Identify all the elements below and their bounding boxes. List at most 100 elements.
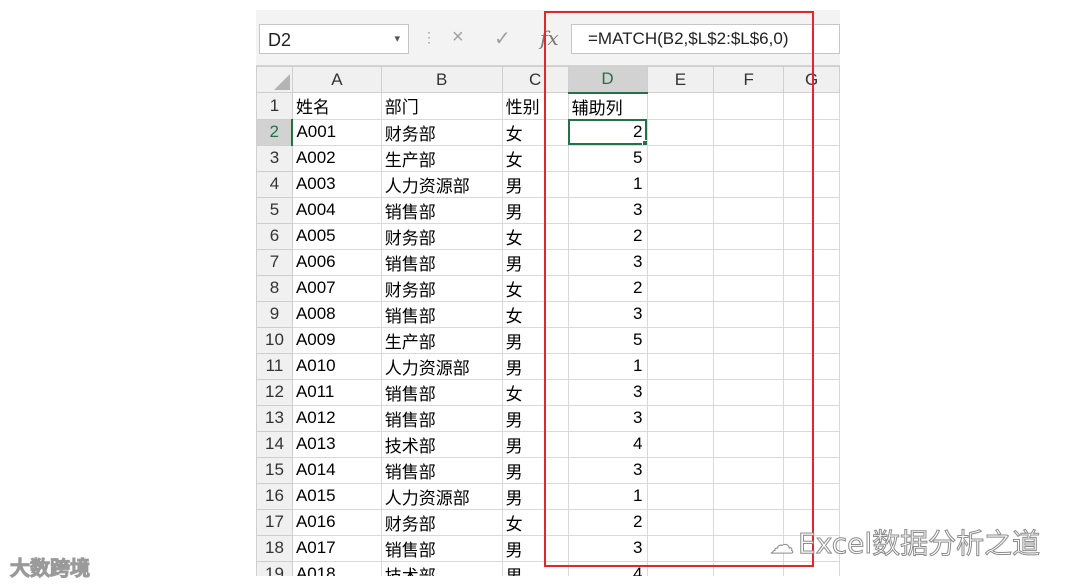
cell-e[interactable] <box>646 534 715 562</box>
cell-g[interactable] <box>783 482 840 510</box>
cell-f[interactable] <box>713 378 785 406</box>
cell-a[interactable]: A005 <box>291 222 382 250</box>
cell-c[interactable]: 女 <box>501 274 569 302</box>
row-header[interactable]: 1 <box>256 92 293 120</box>
cell-g[interactable] <box>783 430 840 458</box>
cell-c[interactable]: 男 <box>501 404 569 432</box>
cell-d[interactable]: 5 <box>567 326 648 354</box>
cell-a[interactable]: A006 <box>291 248 382 276</box>
cell-b[interactable]: 人力资源部 <box>380 352 503 380</box>
cell-d[interactable]: 2 <box>567 118 648 146</box>
cell-a[interactable]: A002 <box>291 144 382 172</box>
cell-b[interactable]: 销售部 <box>380 404 503 432</box>
column-header-d[interactable]: D <box>567 66 648 94</box>
cell-d[interactable]: 1 <box>567 352 648 380</box>
cell-a[interactable]: A008 <box>291 300 382 328</box>
cell-b[interactable]: 销售部 <box>380 248 503 276</box>
cell-e[interactable] <box>646 352 715 380</box>
column-header-b[interactable]: B <box>380 66 503 93</box>
cell-d[interactable]: 2 <box>567 274 648 302</box>
cell-c[interactable]: 女 <box>501 378 569 406</box>
cell-f[interactable] <box>713 326 785 354</box>
cell-g[interactable] <box>783 274 840 302</box>
row-header[interactable]: 7 <box>256 248 293 276</box>
row-header[interactable]: 3 <box>256 144 293 172</box>
insert-function-icon[interactable]: fx <box>540 26 559 50</box>
cell-d[interactable]: 3 <box>567 404 648 432</box>
cell-d[interactable]: 2 <box>567 222 648 250</box>
cell-a[interactable]: A016 <box>291 508 382 536</box>
cell-c[interactable]: 男 <box>501 430 569 458</box>
cell-a[interactable]: A007 <box>291 274 382 302</box>
cell-a[interactable]: A010 <box>291 352 382 380</box>
cell-d[interactable]: 1 <box>567 170 648 198</box>
cell-e[interactable] <box>646 118 715 146</box>
row-header[interactable]: 4 <box>256 170 293 198</box>
cell-d[interactable]: 4 <box>567 430 648 458</box>
cell-g[interactable] <box>783 326 840 354</box>
cell-e[interactable] <box>646 300 715 328</box>
cell-b[interactable]: 技术部 <box>380 430 503 458</box>
cell-b[interactable]: 销售部 <box>380 534 503 562</box>
row-header[interactable]: 15 <box>256 456 293 484</box>
cell-f[interactable] <box>713 170 785 198</box>
cell-e[interactable] <box>646 144 715 172</box>
cell-d[interactable]: 3 <box>567 248 648 276</box>
cell-f[interactable] <box>713 118 785 146</box>
cell-g[interactable] <box>783 352 840 380</box>
cancel-icon[interactable]: × <box>452 26 464 49</box>
cell-d[interactable]: 2 <box>567 508 648 536</box>
row-header[interactable]: 12 <box>256 378 293 406</box>
cell-e[interactable] <box>646 560 715 576</box>
row-header[interactable]: 8 <box>256 274 293 302</box>
cell-e[interactable] <box>646 378 715 406</box>
cell-a[interactable]: 姓名 <box>291 92 382 120</box>
cell-b[interactable]: 销售部 <box>380 300 503 328</box>
cell-d[interactable]: 3 <box>567 196 648 224</box>
cell-c[interactable]: 女 <box>501 300 569 328</box>
cell-b[interactable]: 生产部 <box>380 326 503 354</box>
cell-g[interactable] <box>783 404 840 432</box>
select-all-corner[interactable] <box>256 66 293 93</box>
cell-e[interactable] <box>646 196 715 224</box>
cell-e[interactable] <box>646 222 715 250</box>
cell-b[interactable]: 部门 <box>380 92 503 120</box>
cell-c[interactable]: 男 <box>501 170 569 198</box>
cell-e[interactable] <box>646 248 715 276</box>
row-header[interactable]: 6 <box>256 222 293 250</box>
cell-a[interactable]: A001 <box>291 118 382 146</box>
column-header-a[interactable]: A <box>291 66 382 93</box>
cell-g[interactable] <box>783 378 840 406</box>
cell-a[interactable]: A014 <box>291 456 382 484</box>
cell-d[interactable]: 3 <box>567 534 648 562</box>
cell-f[interactable] <box>713 430 785 458</box>
cell-a[interactable]: A018 <box>291 560 382 576</box>
cell-b[interactable]: 财务部 <box>380 118 503 146</box>
cell-a[interactable]: A011 <box>291 378 382 406</box>
cell-f[interactable] <box>713 274 785 302</box>
cell-f[interactable] <box>713 404 785 432</box>
cell-a[interactable]: A004 <box>291 196 382 224</box>
name-box[interactable]: D2 ▾ <box>259 24 409 54</box>
chevron-down-icon[interactable]: ▾ <box>394 32 400 45</box>
cell-e[interactable] <box>646 92 715 120</box>
cell-g[interactable] <box>783 300 840 328</box>
cell-g[interactable] <box>783 248 840 276</box>
cell-c[interactable]: 女 <box>501 508 569 536</box>
cell-c[interactable]: 男 <box>501 482 569 510</box>
cell-a[interactable]: A013 <box>291 430 382 458</box>
cell-c[interactable]: 性别 <box>501 92 569 120</box>
enter-icon[interactable]: ✓ <box>494 26 511 51</box>
row-header[interactable]: 16 <box>256 482 293 510</box>
row-header[interactable]: 14 <box>256 430 293 458</box>
cell-b[interactable]: 销售部 <box>380 456 503 484</box>
cell-f[interactable] <box>713 144 785 172</box>
cell-b[interactable]: 销售部 <box>380 196 503 224</box>
cell-d[interactable]: 1 <box>567 482 648 510</box>
cell-a[interactable]: A003 <box>291 170 382 198</box>
cell-g[interactable] <box>783 222 840 250</box>
cell-g[interactable] <box>783 560 840 576</box>
cell-a[interactable]: A015 <box>291 482 382 510</box>
column-header-g[interactable]: G <box>783 66 840 93</box>
cell-c[interactable]: 男 <box>501 534 569 562</box>
